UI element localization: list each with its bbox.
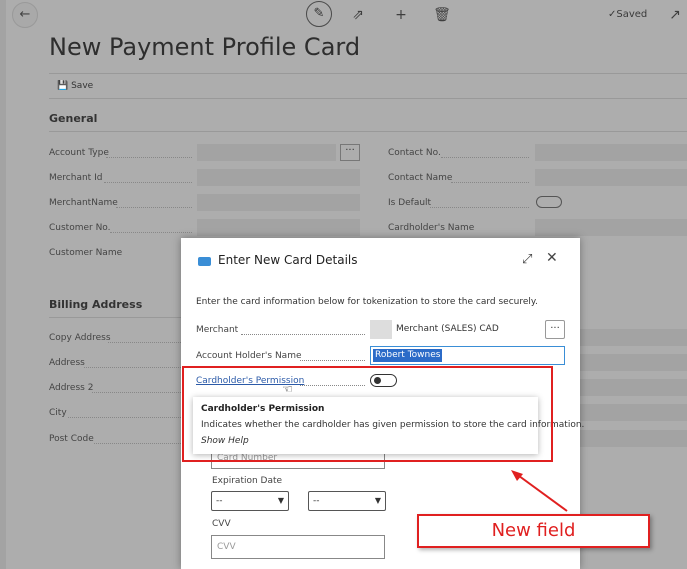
expiration-date-label: Expiration Date <box>212 476 283 486</box>
arrow-line <box>514 472 568 512</box>
save-icon: 💾 <box>57 81 69 91</box>
account-holder-input[interactable]: Robert Townes <box>370 346 565 365</box>
contact-no-field[interactable] <box>535 144 687 161</box>
customer-name-label: Customer Name <box>49 248 123 258</box>
account-type-lookup-button[interactable]: ··· <box>340 144 360 161</box>
arrow-head <box>511 470 523 481</box>
open-new-window-icon[interactable]: ↗ <box>663 4 687 26</box>
chevron-down-icon: ▼ <box>374 496 381 505</box>
billing-field-bg <box>580 430 687 447</box>
delete-icon[interactable]: 🗑 <box>430 4 454 26</box>
share-icon[interactable]: ⇗ <box>346 4 370 26</box>
dots <box>430 207 529 208</box>
contact-name-label: Contact Name <box>388 173 453 183</box>
contact-name-field[interactable] <box>535 169 687 186</box>
billing-divider <box>49 317 181 318</box>
copy-address-label: Copy Address <box>49 333 111 343</box>
merchant-label: Merchant <box>196 325 239 335</box>
save-button[interactable]: 💾 Save <box>57 81 93 91</box>
dots <box>94 443 181 444</box>
general-heading: General <box>49 112 98 125</box>
dots <box>68 417 181 418</box>
merchant-lookup-button[interactable]: ··· <box>545 320 565 339</box>
annotation-arrow <box>511 470 568 512</box>
credit-card-icon <box>198 257 211 266</box>
merchant-field[interactable]: Merchant (SALES) CAD <box>370 320 541 339</box>
dots <box>241 334 365 335</box>
dialog-title: Enter New Card Details <box>218 253 358 267</box>
close-icon[interactable]: ✕ <box>546 250 558 266</box>
general-divider <box>49 131 687 132</box>
customer-no-field[interactable] <box>197 219 360 236</box>
dots <box>451 182 529 183</box>
add-icon[interactable]: + <box>389 4 413 26</box>
address2-label: Address 2 <box>49 383 94 393</box>
is-default-label: Is Default <box>388 198 432 208</box>
account-type-label: Account Type <box>49 148 109 158</box>
billing-field-bg <box>580 404 687 421</box>
account-holder-value: Robert Townes <box>373 349 443 362</box>
merchant-id-field[interactable] <box>197 169 360 186</box>
back-arrow-icon[interactable]: ← <box>12 2 38 28</box>
expand-icon[interactable]: ⤢ <box>522 252 532 267</box>
chevron-down-icon: ▼ <box>277 496 284 505</box>
post-code-label: Post Code <box>49 434 94 444</box>
billing-field-bg <box>580 379 687 396</box>
expiration-year-select[interactable]: -- ▼ <box>308 491 386 511</box>
merchant-name-label: MerchantName <box>49 198 118 208</box>
billing-heading: Billing Address <box>49 298 143 311</box>
highlight-box <box>182 366 553 462</box>
dialog-description: Enter the card information below for tok… <box>196 297 538 307</box>
action-bar <box>49 73 687 99</box>
dots <box>104 182 192 183</box>
dots <box>106 157 192 158</box>
cardholders-name-label: Cardholder's Name <box>388 223 475 233</box>
address-label: Address <box>49 358 85 368</box>
cardholders-name-field[interactable] <box>535 219 687 236</box>
dots <box>92 392 181 393</box>
month-value: -- <box>216 496 223 506</box>
is-default-toggle[interactable] <box>536 196 562 208</box>
merchant-id-label: Merchant Id <box>49 173 103 183</box>
dots <box>84 367 181 368</box>
dots <box>116 207 192 208</box>
edit-pencil-icon[interactable]: ✎ <box>306 1 332 27</box>
dots <box>441 157 529 158</box>
dots <box>110 232 192 233</box>
page-title: New Payment Profile Card <box>49 33 361 61</box>
left-nav-strip <box>0 0 6 569</box>
cvv-input[interactable]: CVV <box>211 535 385 559</box>
dots <box>300 360 365 361</box>
account-holder-label: Account Holder's Name <box>196 351 302 361</box>
cvv-label: CVV <box>212 519 231 529</box>
dots <box>108 342 181 343</box>
year-value: -- <box>313 496 320 506</box>
account-type-field[interactable] <box>197 144 336 161</box>
billing-field-bg <box>580 329 687 346</box>
new-field-callout: New field <box>417 514 650 548</box>
billing-field-bg <box>580 354 687 371</box>
expiration-month-select[interactable]: -- ▼ <box>211 491 289 511</box>
city-label: City <box>49 408 67 418</box>
customer-no-label: Customer No. <box>49 223 111 233</box>
contact-no-label: Contact No. <box>388 148 441 158</box>
merchant-name-field[interactable] <box>197 194 360 211</box>
saved-status: ✓Saved <box>608 9 648 20</box>
